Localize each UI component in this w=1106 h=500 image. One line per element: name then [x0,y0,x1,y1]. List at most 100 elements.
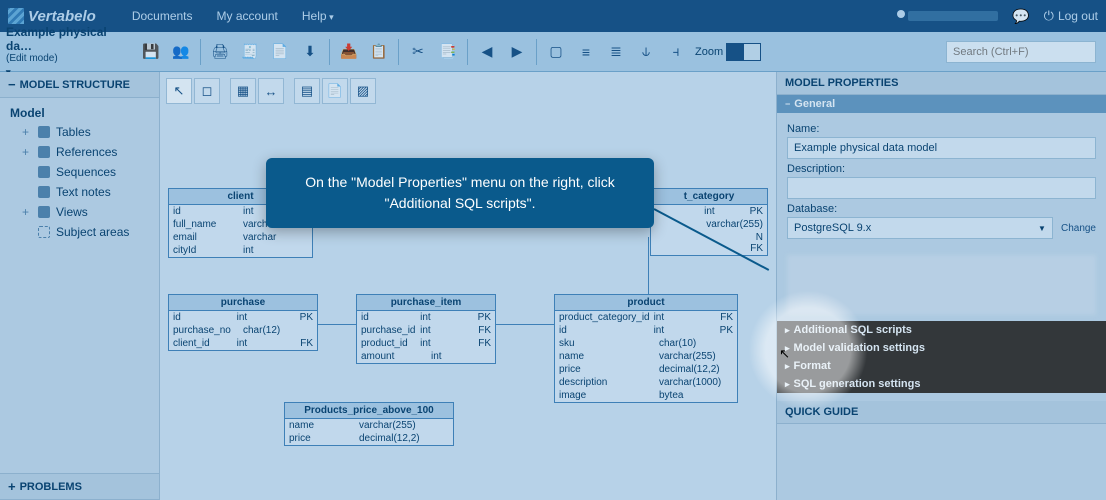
connector [648,237,649,294]
username-placeholder [908,11,998,21]
quick-guide-title: QUICK GUIDE [785,406,858,418]
separator [467,39,468,65]
tutorial-callout: On the "Model Properties" menu on the ri… [266,158,654,228]
additional-sql-scripts-label: Additional SQL scripts [794,324,912,336]
export-xml-icon[interactable]: 📄 [269,41,291,63]
separator [329,39,330,65]
model-validation-header[interactable]: Model validation settings [777,339,1106,357]
diagram-canvas[interactable]: ↖ ◻ ▦ ↔ ▤ 📄 ▨ client idint full_namevarc… [160,72,776,500]
entity-category[interactable]: t_category intPK varchar(255) N FK [650,188,768,256]
entity-product[interactable]: product product_category_idintFK idintPK… [554,294,738,403]
twisty-icon [785,378,790,390]
collapse-icon [8,77,16,92]
tree-subject-areas[interactable]: Subject areas [0,222,159,242]
table-tool-icon[interactable]: ▦ [230,78,256,104]
database-label: Database: [787,203,1096,215]
zoom-btn-2[interactable] [743,43,761,61]
sql-generation-header[interactable]: SQL generation settings [777,375,1106,393]
search-box [946,41,1096,63]
format-header[interactable]: Format [777,357,1106,375]
save-icon[interactable]: 💾 [140,41,162,63]
tree-references[interactable]: +References [0,142,159,162]
general-label: General [794,98,835,110]
align-5-icon[interactable]: ⫞ [665,41,687,63]
subjectareas-icon [38,226,50,238]
clipboard-icon[interactable]: 📋 [368,41,390,63]
change-db-link[interactable]: Change [1061,223,1096,234]
chat-icon[interactable] [1012,8,1029,25]
tree-root[interactable]: Model [0,104,159,122]
power-icon [1044,8,1054,24]
tree-text-notes[interactable]: Text notes [0,182,159,202]
tables-icon [38,126,50,138]
additional-sql-scripts-header[interactable]: Additional SQL scripts [777,321,1106,339]
document-title-dropdown[interactable]: Example physical da… (Edit mode) [6,25,136,78]
model-structure-header[interactable]: MODEL STRUCTURE [0,72,159,98]
export-sql-icon[interactable]: 🧾 [239,41,261,63]
align-1-icon[interactable]: ▢ [545,41,567,63]
cut-icon[interactable]: ✂ [407,41,429,63]
view-tool-icon[interactable]: ▤ [294,78,320,104]
zoom-toggle[interactable] [727,43,761,61]
textnotes-icon [38,186,50,198]
name-label: Name: [787,123,1096,135]
align-2-icon[interactable]: ≡ [575,41,597,63]
expand-icon [8,479,16,494]
copy-icon[interactable]: 📑 [437,41,459,63]
connector [318,324,356,325]
quick-guide-header[interactable]: QUICK GUIDE [777,401,1106,424]
separator [398,39,399,65]
pointer-tool-icon[interactable]: ↖ [166,78,192,104]
logout-label: Log out [1058,9,1098,23]
separator [536,39,537,65]
logout-button[interactable]: Log out [1044,8,1098,24]
align-4-icon[interactable]: ⫝ [635,41,657,63]
zoom-btn-1[interactable] [726,43,744,61]
problems-header[interactable]: PROBLEMS [0,473,159,500]
model-description-input[interactable] [787,177,1096,199]
print-icon[interactable]: 🖨 [209,41,231,63]
entity-purchase-item[interactable]: purchase_item idintPK purchase_idintFK p… [356,294,496,364]
nav-documents[interactable]: Documents [132,9,193,23]
tree-sequences[interactable]: Sequences [0,162,159,182]
area-tool-icon[interactable]: ▨ [350,78,376,104]
reference-tool-icon[interactable]: ↔ [258,78,284,104]
blurred-region [787,255,1096,315]
share-icon[interactable]: 👥 [170,41,192,63]
brand-text: Vertabelo [28,8,96,25]
nav-help[interactable]: Help [302,9,334,23]
right-panel: MODEL PROPERTIES General Name: Descripti… [776,72,1106,500]
align-3-icon[interactable]: ≣ [605,41,627,63]
export-icon[interactable]: ⬇ [299,41,321,63]
model-validation-label: Model validation settings [794,342,925,354]
model-properties-header[interactable]: MODEL PROPERTIES [777,72,1106,95]
tree-tables[interactable]: +Tables [0,122,159,142]
logo-icon [8,8,24,24]
undo-icon[interactable]: ◀ [476,41,498,63]
entity-title: product [555,295,737,311]
general-body: Name: Description: Database: PostgreSQL … [777,113,1106,249]
brand-logo[interactable]: Vertabelo [8,8,96,25]
select-tool-icon[interactable]: ◻ [194,78,220,104]
search-input[interactable] [946,41,1096,63]
import-icon[interactable]: 📥 [338,41,360,63]
sql-generation-label: SQL generation settings [794,378,921,390]
description-label: Description: [787,163,1096,175]
database-select[interactable]: PostgreSQL 9.x [787,217,1053,239]
entity-products-price[interactable]: Products_price_above_100 namevarchar(255… [284,402,454,446]
redo-icon[interactable]: ▶ [506,41,528,63]
format-label: Format [794,360,831,372]
references-icon [38,146,50,158]
note-tool-icon[interactable]: 📄 [322,78,348,104]
tree-views[interactable]: +Views [0,202,159,222]
model-structure-title: MODEL STRUCTURE [20,79,130,91]
general-section-header[interactable]: General [777,95,1106,113]
model-name-input[interactable] [787,137,1096,159]
problems-title: PROBLEMS [20,481,82,493]
main-toolbar: Example physical da… (Edit mode) 💾 👥 🖨 🧾… [0,32,1106,72]
nav-my-account[interactable]: My account [217,9,278,23]
cursor-icon: ↖ [779,346,790,362]
entity-purchase[interactable]: purchase idintPK purchase_nochar(12) cli… [168,294,318,351]
left-panel: MODEL STRUCTURE Model +Tables +Reference… [0,72,160,500]
views-icon [38,206,50,218]
